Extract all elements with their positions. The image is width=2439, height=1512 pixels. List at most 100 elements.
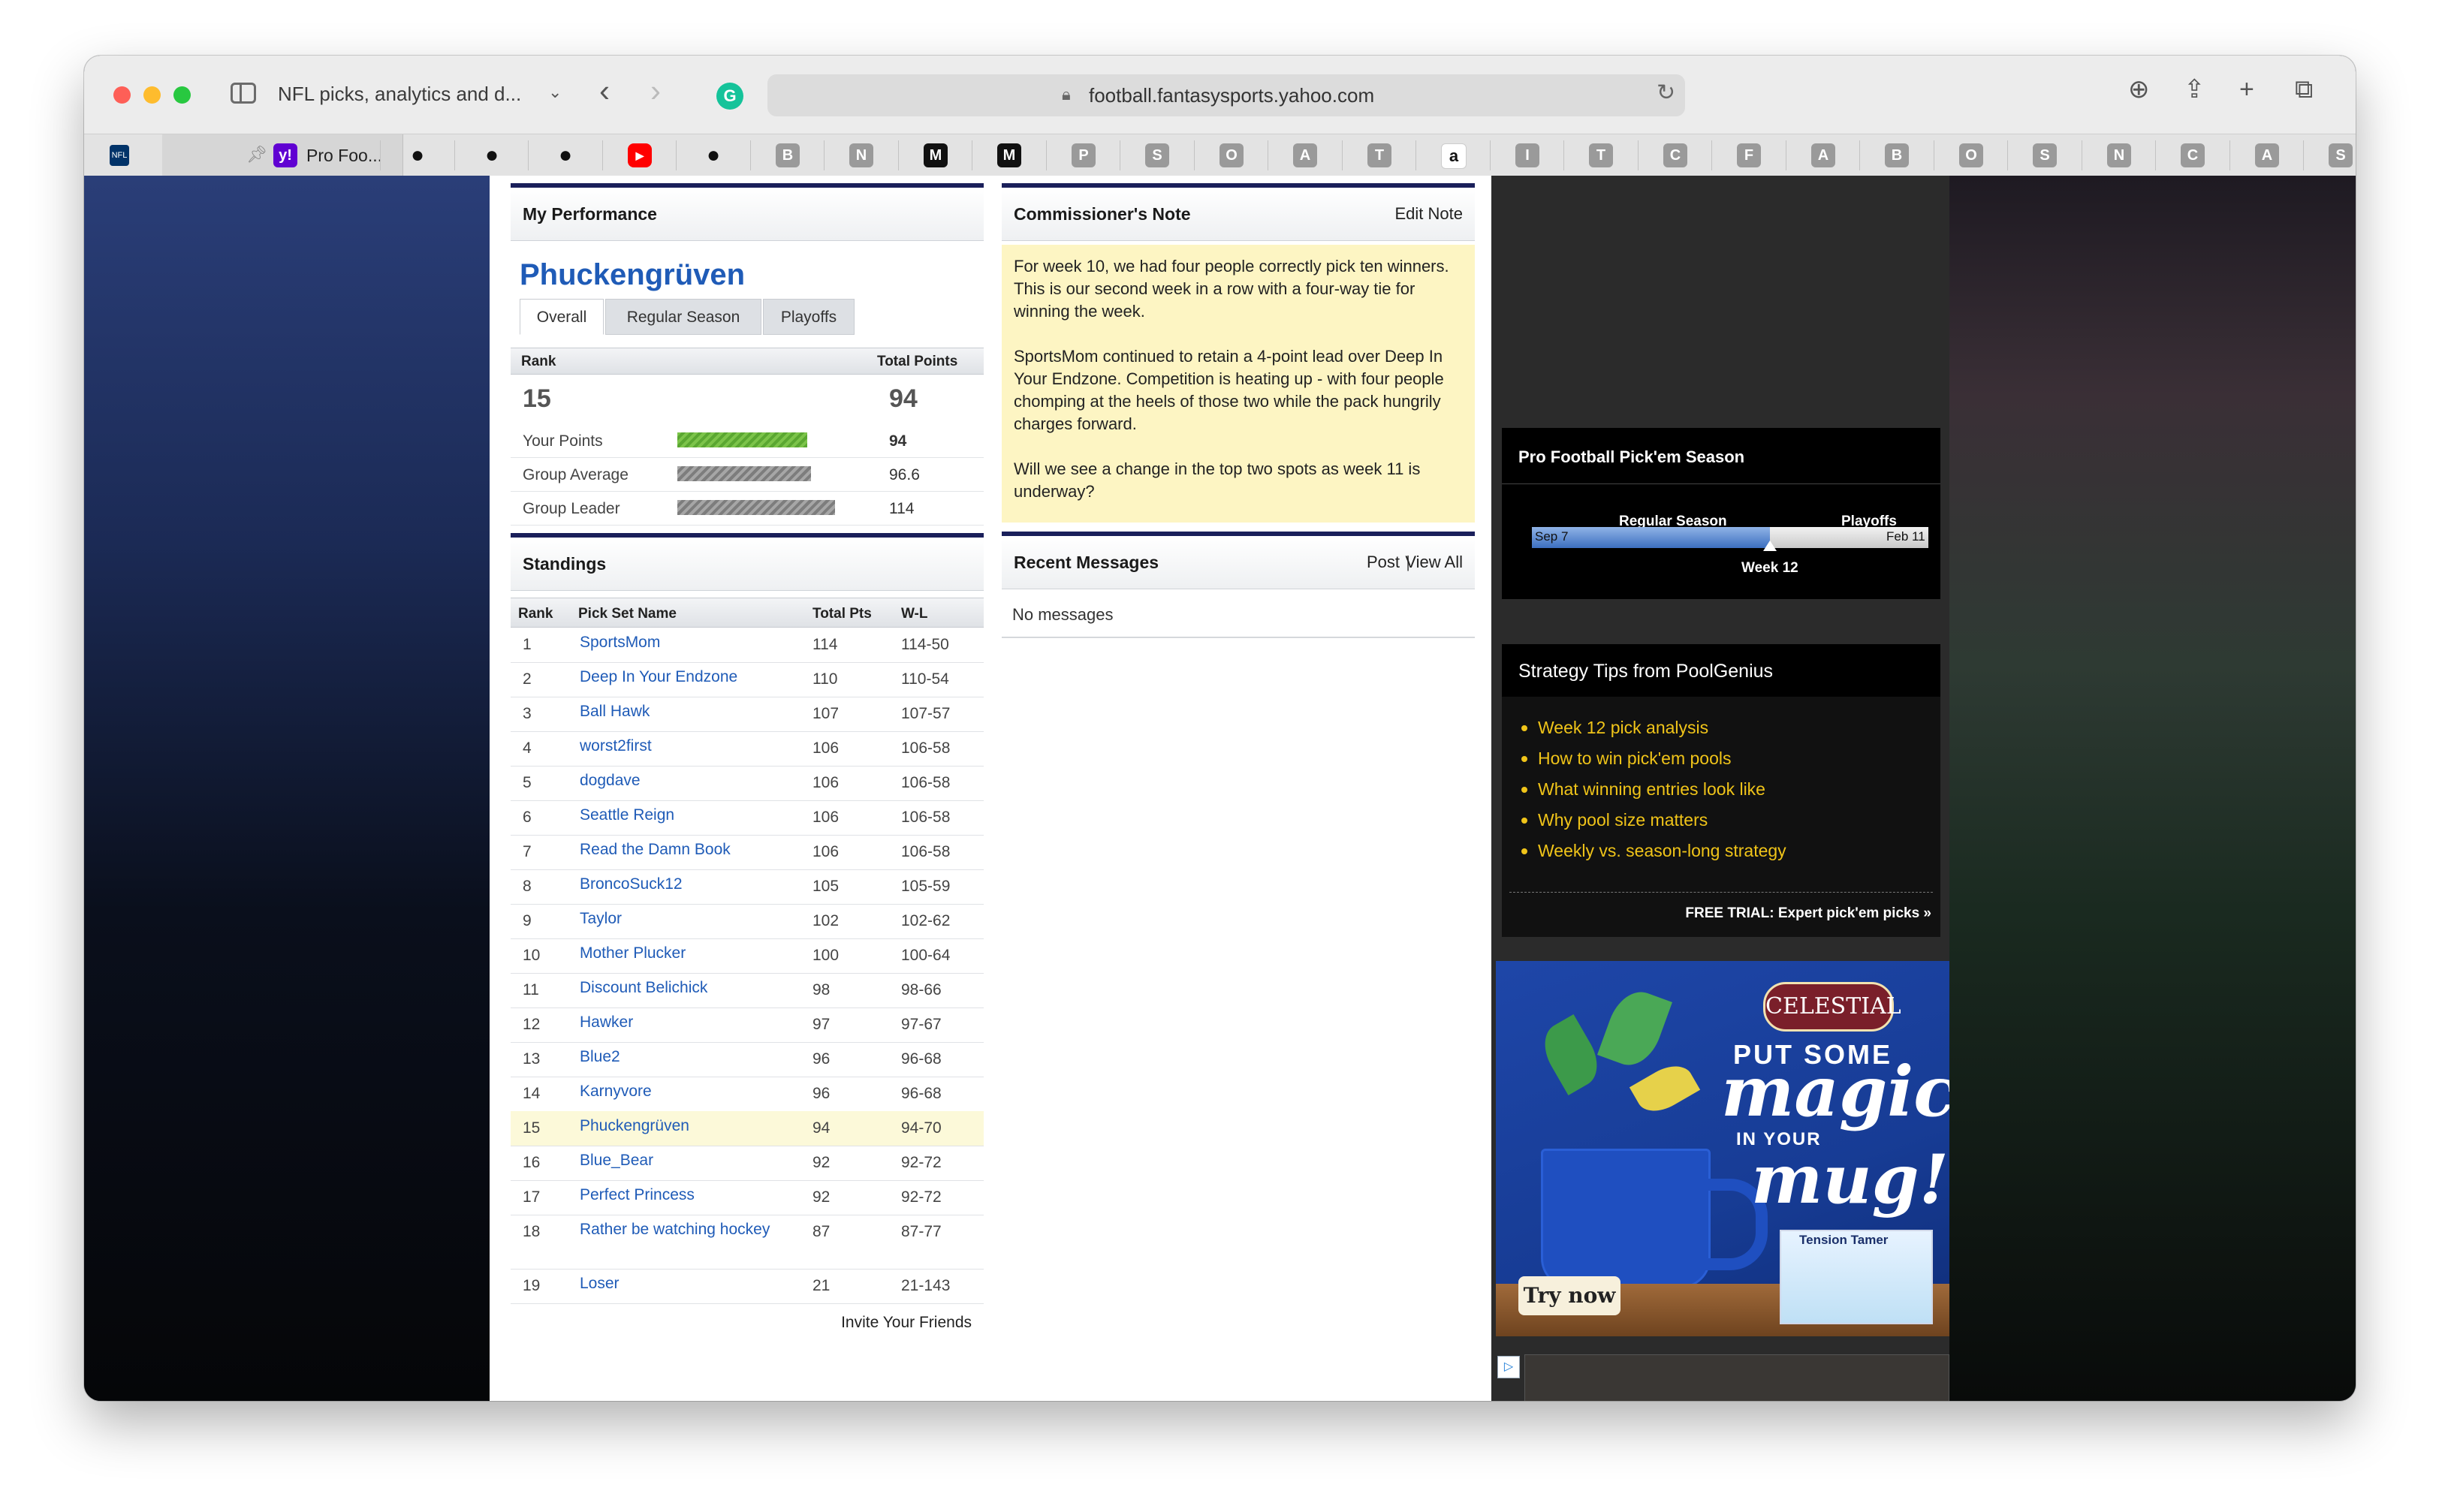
letter-icon[interactable]: B — [776, 143, 800, 167]
total-points-value: 94 — [889, 384, 918, 413]
w-l-cell: 110-54 — [901, 670, 949, 688]
stat-bar — [677, 432, 807, 447]
active-tab[interactable]: 📌︎ y! Pro Foo... — [162, 134, 403, 176]
reload-icon[interactable]: ↻ — [1657, 80, 1675, 106]
github-icon[interactable]: ● — [701, 143, 725, 167]
post-link[interactable]: Post — [1367, 553, 1400, 572]
total-pts-cell: 100 — [812, 947, 840, 964]
letter-icon[interactable]: C — [1663, 143, 1687, 167]
pick-set-name-link[interactable]: SportsMom — [580, 632, 782, 652]
tab-overall[interactable]: Overall — [520, 299, 604, 335]
letter-icon[interactable]: O — [1959, 143, 1983, 167]
pick-set-name-link[interactable]: Hawker — [580, 1012, 782, 1032]
letter-icon[interactable]: I — [1515, 143, 1539, 167]
panel-header: Commissioner's Note Edit Note — [1002, 188, 1475, 241]
nfl-favicon-icon[interactable]: NFL — [110, 145, 129, 166]
edit-note-link[interactable]: Edit Note — [1395, 204, 1464, 224]
tip-link[interactable]: How to win pick'em pools — [1521, 748, 1732, 769]
tab-playoffs[interactable]: Playoffs — [763, 299, 855, 335]
pick-set-name-link[interactable]: BroncoSuck12 — [580, 874, 782, 894]
leaf-illustration — [1534, 1014, 1608, 1095]
tab-title[interactable]: NFL picks, analytics and d... — [278, 83, 521, 106]
pick-set-name-link[interactable]: Mother Plucker — [580, 943, 782, 963]
close-window-button[interactable] — [113, 86, 131, 104]
w-l-cell: 87-77 — [901, 1223, 942, 1240]
github-icon[interactable]: ● — [405, 143, 430, 167]
w-l-cell: 92-72 — [901, 1188, 942, 1206]
tab-separator — [1638, 140, 1639, 170]
pick-set-name-link[interactable]: Blue_Bear — [580, 1150, 782, 1170]
amazon-icon[interactable]: a — [1441, 143, 1467, 169]
total-pts-cell: 102 — [812, 912, 840, 929]
pick-set-name-link[interactable]: Read the Damn Book — [580, 839, 782, 860]
pick-set-name-link[interactable]: Karnyvore — [580, 1081, 782, 1101]
medium-icon[interactable]: M — [924, 143, 948, 167]
panel-header: Standings — [511, 538, 984, 591]
url-text[interactable]: football.fantasysports.yahoo.com — [1089, 84, 1374, 107]
pick-set-name-link[interactable]: Seattle Reign — [580, 805, 782, 825]
letter-icon[interactable]: C — [2181, 143, 2205, 167]
tab-separator — [1711, 140, 1712, 170]
adchoices-icon[interactable]: ▷ — [1497, 1356, 1520, 1378]
pick-set-name-link[interactable]: Perfect Princess — [580, 1185, 782, 1205]
note-paragraph: Will we see a change in the top two spot… — [1014, 459, 1421, 501]
back-arrow-icon[interactable]: ‹ — [599, 75, 610, 107]
letter-icon[interactable]: P — [1072, 143, 1096, 167]
download-icon[interactable]: ⊕ — [2128, 77, 2150, 102]
tip-link[interactable]: What winning entries look like — [1521, 779, 1765, 800]
letter-icon[interactable]: A — [1811, 143, 1835, 167]
letter-icon[interactable]: A — [1293, 143, 1317, 167]
rank-cell: 11 — [523, 981, 539, 998]
tab-overview-icon[interactable]: ⧉ — [2295, 77, 2313, 102]
pick-set-name-link[interactable]: dogdave — [580, 770, 782, 791]
pick-set-name-link[interactable]: Rather be watching hockey — [580, 1219, 782, 1239]
tip-link[interactable]: Week 12 pick analysis — [1521, 718, 1708, 738]
try-now-button[interactable]: Try now — [1518, 1276, 1620, 1315]
tip-link[interactable]: Weekly vs. season-long strategy — [1521, 841, 1786, 861]
pick-set-name-link[interactable]: Ball Hawk — [580, 701, 782, 721]
tip-link[interactable]: Why pool size matters — [1521, 810, 1708, 830]
free-trial-link[interactable]: FREE TRIAL: Expert pick'em picks » — [1685, 905, 1931, 922]
pick-set-name-link[interactable]: Deep In Your Endzone — [580, 667, 782, 687]
letter-icon[interactable]: T — [1589, 143, 1613, 167]
github-icon[interactable]: ● — [553, 143, 577, 167]
pin-icon: 📌︎ — [246, 145, 267, 164]
grammarly-extension-icon[interactable]: G — [716, 83, 743, 110]
view-all-link[interactable]: View All — [1405, 553, 1463, 572]
github-icon[interactable]: ● — [480, 143, 504, 167]
letter-icon[interactable]: F — [1737, 143, 1761, 167]
pick-set-name-link[interactable]: Loser — [580, 1273, 782, 1294]
letter-icon[interactable]: S — [1145, 143, 1169, 167]
celestial-tea-ad[interactable]: CELESTIAL PUT SOME magic IN YOUR mug! Te… — [1496, 961, 1949, 1336]
share-icon[interactable]: ⇪ — [2184, 77, 2205, 102]
pick-set-name-link[interactable]: Phuckengrüven — [580, 1116, 782, 1136]
w-l-cell: 97-67 — [901, 1016, 942, 1033]
pick-set-name-link[interactable]: Taylor — [580, 908, 782, 929]
letter-icon[interactable]: A — [2255, 143, 2279, 167]
letter-icon[interactable]: O — [1220, 143, 1244, 167]
team-name[interactable]: Phuckengrüven — [520, 258, 745, 292]
letter-icon[interactable]: N — [2107, 143, 2131, 167]
medium-icon[interactable]: M — [997, 143, 1021, 167]
youtube-icon[interactable]: ▶ — [628, 143, 652, 167]
forward-arrow-icon[interactable]: › — [650, 75, 661, 107]
chevron-down-icon[interactable]: ⌄ — [548, 83, 562, 102]
letter-icon[interactable]: S — [2329, 143, 2353, 167]
pick-set-name-link[interactable]: Blue2 — [580, 1047, 782, 1067]
invite-friends-link[interactable]: Invite Your Friends — [841, 1314, 972, 1332]
sidebar-toggle-icon[interactable] — [231, 83, 256, 104]
letter-icon[interactable]: S — [2033, 143, 2057, 167]
letter-icon[interactable]: B — [1885, 143, 1909, 167]
table-row: 6 Seattle Reign 106 106-58 — [511, 800, 984, 836]
letter-icon[interactable]: T — [1367, 143, 1391, 167]
table-row: 9 Taylor 102 102-62 — [511, 904, 984, 939]
letter-icon[interactable]: N — [849, 143, 873, 167]
table-row: 16 Blue_Bear 92 92-72 — [511, 1146, 984, 1181]
total-pts-cell: 92 — [812, 1154, 831, 1171]
minimize-window-button[interactable] — [143, 86, 161, 104]
tab-regular-season[interactable]: Regular Season — [605, 299, 761, 335]
pick-set-name-link[interactable]: worst2first — [580, 736, 782, 756]
pick-set-name-link[interactable]: Discount Belichick — [580, 977, 782, 998]
zoom-window-button[interactable] — [173, 86, 191, 104]
new-tab-icon[interactable]: + — [2239, 77, 2254, 102]
